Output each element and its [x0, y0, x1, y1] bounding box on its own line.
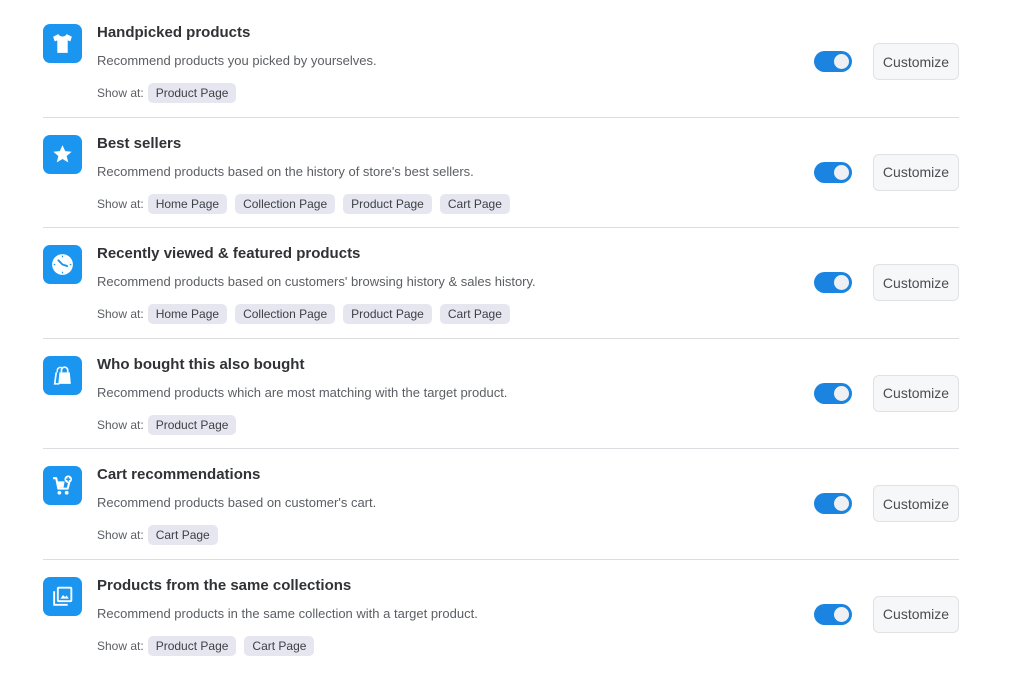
- widget-description: Recommend products which are most matchi…: [97, 384, 508, 400]
- widget-description: Recommend products based on customer's c…: [97, 495, 377, 511]
- show-at: Show at: Product Page: [97, 414, 237, 435]
- widget-description: Recommend products in the same collectio…: [97, 605, 478, 621]
- widget-title: Products from the same collections: [97, 576, 352, 594]
- star-icon: [43, 134, 82, 174]
- widget-description: Recommend products you picked by yoursel…: [97, 53, 377, 68]
- page-chip: Cart Page: [244, 635, 315, 656]
- page-chip: Home Page: [147, 193, 228, 214]
- page-chip: Collection Page: [235, 304, 336, 325]
- toggle-knob: [834, 275, 849, 291]
- page-chip: Product Page: [147, 83, 237, 103]
- show-at: Show at: Home Page Collection Page Produ…: [97, 193, 510, 214]
- show-at-label: Show at:: [97, 638, 144, 653]
- enable-toggle[interactable]: [814, 272, 852, 294]
- show-at-label: Show at:: [97, 196, 144, 211]
- show-at: Show at: Product Page: [97, 83, 237, 103]
- tshirt-icon: [43, 24, 82, 63]
- widget-row-recently-viewed: Recently viewed & featured products Reco…: [43, 228, 959, 339]
- show-at: Show at: Home Page Collection Page Produ…: [97, 304, 510, 325]
- page-chip: Cart Page: [439, 193, 510, 214]
- toggle-knob: [834, 606, 849, 622]
- widget-row-same-collections: Products from the same collections Recom…: [43, 560, 959, 671]
- show-at-label: Show at:: [97, 307, 144, 322]
- widget-description: Recommend products based on customers' b…: [97, 274, 536, 290]
- page-chip: Product Page: [343, 193, 432, 214]
- enable-toggle[interactable]: [814, 493, 852, 515]
- widget-description: Recommend products based on the history …: [97, 163, 474, 179]
- toggle-knob: [834, 496, 849, 512]
- cart-add-icon: [43, 466, 82, 506]
- widget-title: Who bought this also bought: [97, 355, 305, 373]
- widget-title: Best sellers: [97, 134, 182, 152]
- widget-row-best-sellers: Best sellers Recommend products based on…: [43, 118, 959, 229]
- show-at: Show at: Cart Page: [97, 525, 218, 546]
- customize-button[interactable]: Customize: [873, 43, 959, 80]
- widget-title: Cart recommendations: [97, 466, 261, 484]
- page-chip: Collection Page: [235, 193, 336, 214]
- customize-button[interactable]: Customize: [873, 264, 959, 302]
- clock-icon: [43, 245, 82, 285]
- enable-toggle[interactable]: [814, 51, 852, 72]
- customize-button[interactable]: Customize: [873, 374, 959, 412]
- customize-button[interactable]: Customize: [873, 595, 959, 633]
- customize-button[interactable]: Customize: [873, 153, 959, 191]
- toggle-knob: [834, 164, 849, 180]
- show-at-label: Show at:: [97, 86, 144, 100]
- page-chip: Home Page: [147, 304, 228, 325]
- widget-row-who-bought: Who bought this also bought Recommend pr…: [43, 339, 959, 450]
- widget-row-cart-recommendations: Cart recommendations Recommend products …: [43, 449, 959, 560]
- page-chip: Product Page: [343, 304, 432, 325]
- widget-row-handpicked: Handpicked products Recommend products y…: [43, 7, 959, 118]
- shopping-bags-icon: [43, 355, 82, 395]
- widget-title: Handpicked products: [97, 24, 251, 41]
- toggle-knob: [834, 385, 849, 401]
- enable-toggle[interactable]: [814, 161, 852, 183]
- show-at-label: Show at:: [97, 528, 144, 543]
- widget-title: Recently viewed & featured products: [97, 245, 361, 263]
- page-chip: Cart Page: [439, 304, 510, 325]
- page-chip: Product Page: [147, 635, 237, 656]
- show-at-label: Show at:: [97, 417, 144, 432]
- image-collection-icon: [43, 576, 82, 616]
- widget-list: Handpicked products Recommend products y…: [43, 7, 959, 671]
- enable-toggle[interactable]: [814, 603, 852, 625]
- customize-button[interactable]: Customize: [873, 485, 959, 523]
- show-at: Show at: Product Page Cart Page: [97, 635, 315, 656]
- enable-toggle[interactable]: [814, 382, 852, 404]
- page-chip: Cart Page: [147, 525, 218, 546]
- toggle-knob: [834, 54, 849, 69]
- page-chip: Product Page: [147, 414, 237, 435]
